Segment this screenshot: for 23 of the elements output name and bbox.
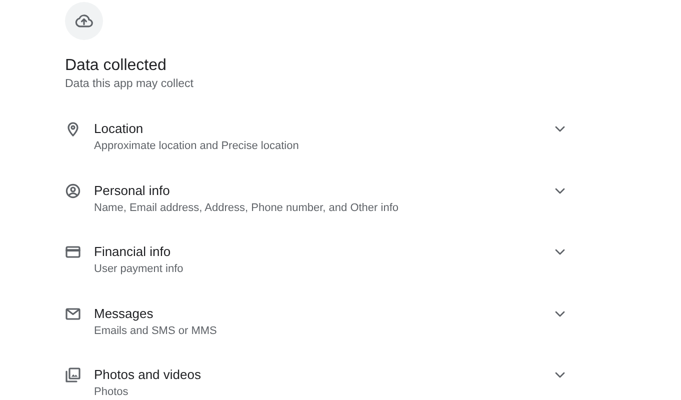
chevron-down-icon[interactable]: [554, 124, 566, 134]
category-detail: User payment info: [94, 262, 184, 277]
category-detail: Photos: [94, 385, 130, 400]
cloud-upload-icon: [65, 2, 103, 40]
credit-card-icon: [65, 244, 81, 260]
category-detail: Emails and SMS or MMS: [94, 324, 218, 338]
mail-icon: [65, 306, 81, 322]
chevron-down-icon[interactable]: [554, 247, 566, 257]
location-pin-icon: [65, 121, 81, 137]
section-title: Data collected: [65, 56, 168, 76]
category-title: Location: [94, 120, 144, 138]
category-title: Financial info: [94, 243, 172, 261]
photo-library-icon: [65, 367, 81, 383]
category-title: Personal info: [94, 182, 171, 200]
category-title: Messages: [94, 304, 154, 322]
chevron-down-icon[interactable]: [554, 308, 566, 318]
chevron-down-icon[interactable]: [554, 186, 566, 196]
category-detail: Approximate location and Precise location: [94, 139, 300, 154]
category-detail: Name, Email address, Address, Phone number, and Other info: [94, 200, 400, 216]
chevron-down-icon[interactable]: [554, 370, 566, 380]
person-icon: [65, 182, 81, 198]
section-subtitle: Data this app may collect: [65, 77, 194, 92]
category-title: Photos and videos: [94, 366, 202, 384]
